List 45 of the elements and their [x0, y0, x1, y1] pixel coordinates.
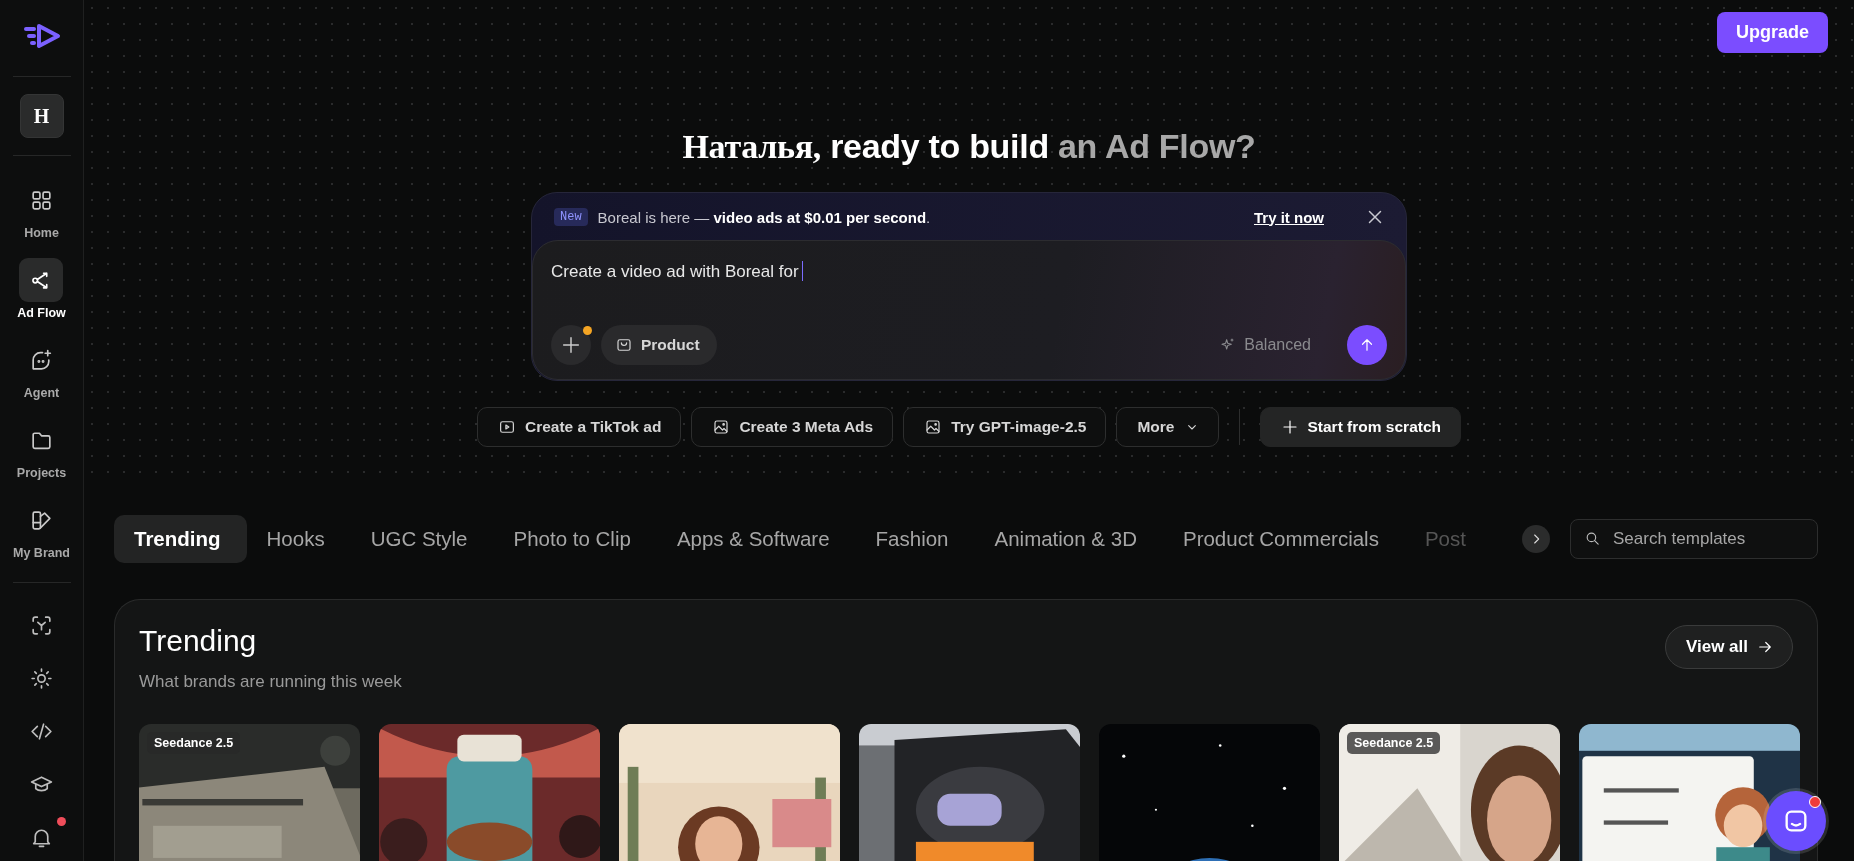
sidebar-item[interactable]: Agent — [19, 338, 64, 400]
category-tab[interactable]: Photo to Clip — [493, 515, 657, 563]
workspace-avatar[interactable]: H — [19, 94, 64, 138]
suggestion-button[interactable]: Start from scratch — [1259, 407, 1461, 447]
image-icon — [924, 418, 943, 436]
video-icon — [498, 418, 516, 436]
new-tag: New — [554, 208, 588, 226]
sidebar-item[interactable]: Projects — [16, 418, 67, 480]
model-badge: Seedance 2.5 — [147, 732, 241, 754]
section-subtitle: What brands are running this week — [139, 672, 402, 692]
bag-icon — [615, 336, 633, 354]
logo-icon[interactable] — [21, 22, 62, 50]
theme-icon — [29, 666, 54, 691]
next-button[interactable] — [1522, 525, 1550, 553]
section-title: Trending — [139, 624, 258, 658]
plus-icon — [560, 334, 582, 356]
prompt-field[interactable]: Create a video ad with Boreal for Product Balanced — [532, 240, 1406, 380]
add-button[interactable] — [551, 325, 591, 365]
model-badge: Seedance 2.5 — [1347, 732, 1441, 754]
sidebar-item[interactable]: Home — [19, 178, 64, 240]
sidebar-item[interactable]: My Brand — [13, 498, 70, 560]
announcement-text: Boreal is here — video ads at $0.01 per second. — [597, 208, 931, 226]
product-chip[interactable]: Product — [601, 325, 717, 365]
category-tab[interactable]: Fashion — [855, 515, 975, 563]
view-all-button[interactable]: View all — [1664, 625, 1793, 669]
suggestion-button[interactable]: Create a TikTok ad — [477, 407, 682, 447]
category-tab[interactable]: Product Commercials — [1162, 515, 1405, 563]
search-field[interactable]: Search templates — [1570, 519, 1818, 559]
mode-button[interactable]: Balanced — [1214, 335, 1317, 355]
headline: Наталья, ready to build an Ad Flow? — [682, 127, 1256, 166]
search-icon — [1584, 530, 1601, 547]
category-tab[interactable]: Animation & 3D — [974, 515, 1163, 563]
category-tab[interactable]: Trending — [114, 515, 247, 563]
upgrade-button[interactable]: Upgrade — [1717, 12, 1828, 53]
send-button[interactable] — [1347, 325, 1387, 365]
chat-sparkle-icon — [29, 347, 54, 373]
suggestion-button[interactable]: Try GPT-image-2.5 — [903, 407, 1107, 447]
image-icon — [712, 418, 731, 436]
try-link[interactable]: Try it now — [1254, 208, 1324, 226]
category-tab[interactable]: Apps & Software — [656, 515, 856, 563]
suggestion-button[interactable]: Create 3 Meta Ads — [691, 407, 894, 447]
category-tab[interactable]: UGC Style — [350, 515, 494, 563]
category-tab[interactable]: Hooks — [246, 515, 351, 563]
more-button[interactable]: More — [1116, 407, 1219, 447]
scan-icon — [29, 613, 54, 638]
